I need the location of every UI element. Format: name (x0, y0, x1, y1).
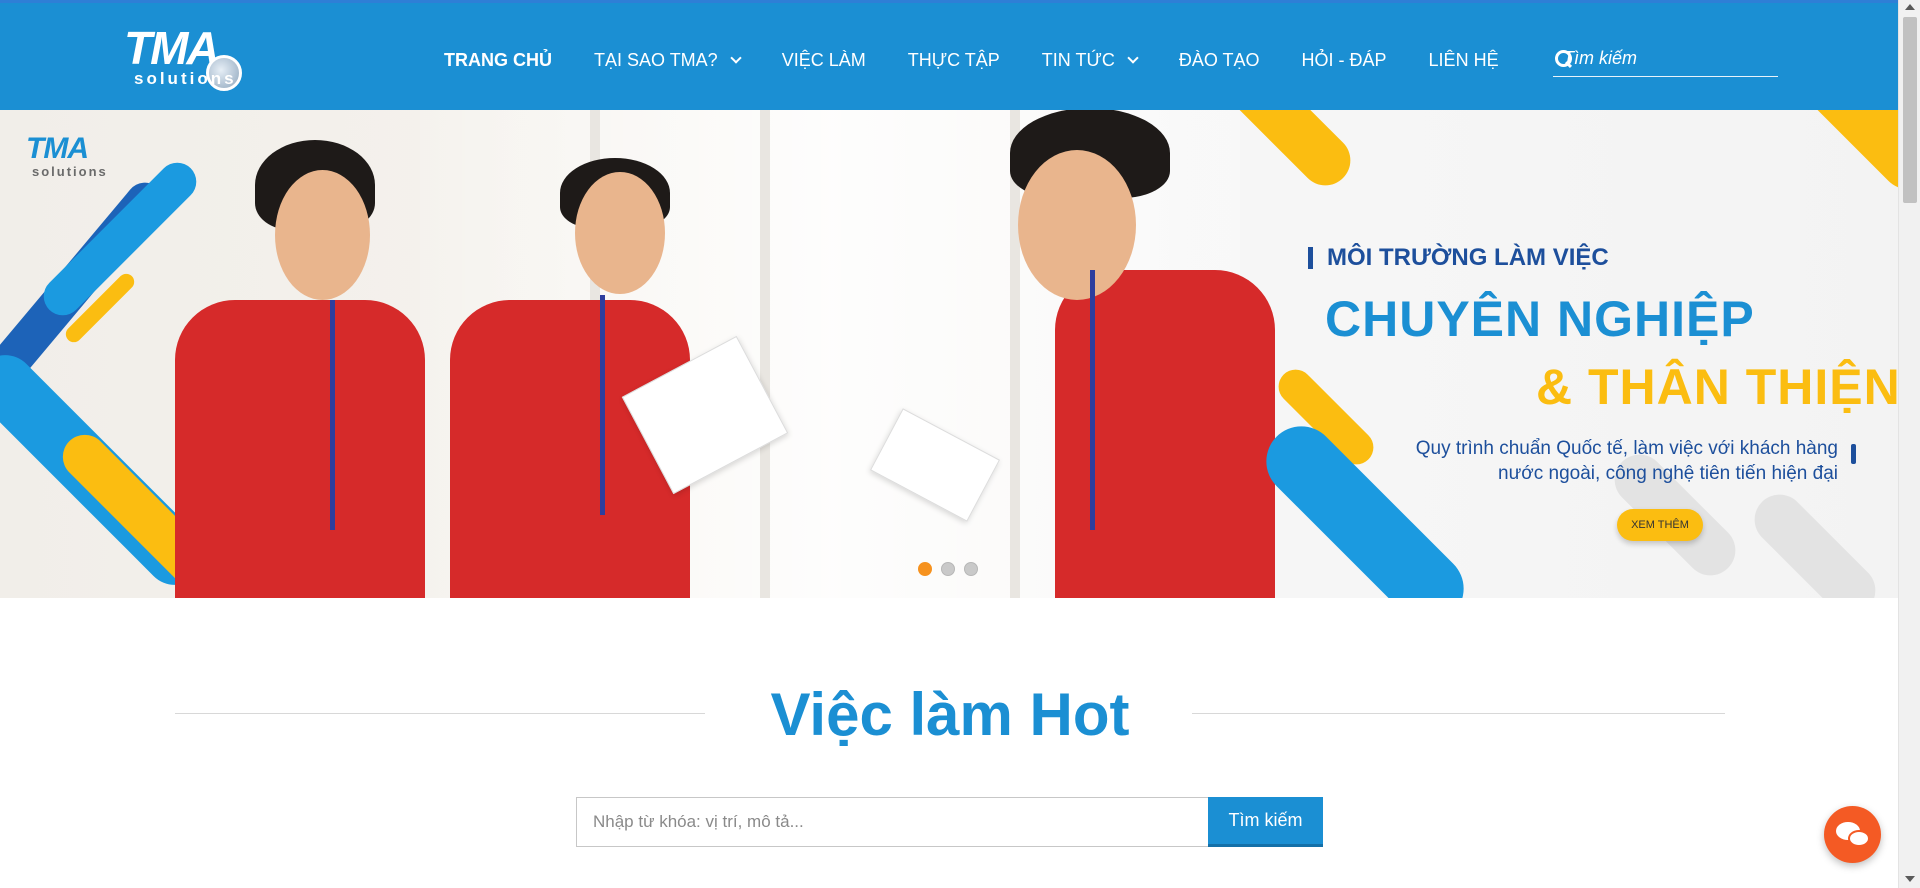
header-search-input[interactable] (1563, 48, 1797, 69)
carousel-dot-1[interactable] (918, 562, 932, 576)
chevron-down-icon (1127, 51, 1139, 64)
nav-label: THỰC TẬP (907, 49, 1000, 70)
lanyard (600, 295, 605, 515)
nav-item-why-tma[interactable]: TẠI SAO TMA? (594, 49, 742, 71)
carousel-dots (918, 562, 987, 576)
page-scrollbar[interactable] (1898, 0, 1920, 888)
nav-item-home[interactable]: TRANG CHỦ (444, 50, 552, 71)
banner-headline-2: & THÂN THIỆN (1536, 359, 1898, 415)
window-frame (760, 110, 770, 598)
job-search-input[interactable] (576, 797, 1208, 847)
face (575, 172, 665, 294)
hot-jobs-title: Việc làm Hot (770, 681, 1130, 748)
lanyard (1090, 270, 1095, 530)
banner-description: Quy trình chuẩn Quốc tế, làm việc với kh… (1415, 438, 1838, 484)
main-nav: TRANG CHỦ TẠI SAO TMA? VIỆC LÀM THỰC TẬP… (444, 41, 1541, 79)
nav-label: LIÊN HỆ (1428, 49, 1499, 70)
accent-bar (1851, 444, 1856, 464)
hero-banner: TMA solutions MÔI TRƯỜNG LÀM VIỆC CHUYÊN… (0, 110, 1898, 598)
nav-item-training[interactable]: ĐÀO TẠO (1179, 50, 1260, 71)
banner-logo-main: TMA (26, 132, 89, 165)
nav-item-news[interactable]: TIN TỨC (1041, 49, 1139, 71)
chat-bubble (1848, 830, 1870, 847)
chevron-down-icon (730, 51, 742, 64)
site-logo[interactable]: TMA solutions (120, 21, 270, 96)
title-divider-left (175, 713, 705, 714)
nav-item-faq[interactable]: HỎI - ĐÁP (1302, 50, 1387, 71)
banner-headline-1: CHUYÊN NGHIỆP (1325, 291, 1755, 347)
nav-item-contact[interactable]: LIÊN HỆ (1429, 50, 1499, 71)
logo-main-text: TMA (124, 22, 220, 74)
banner-subtitle-text: MÔI TRƯỜNG LÀM VIỆC (1327, 244, 1609, 271)
see-more-button[interactable]: XEM THÊM (1617, 509, 1703, 541)
red-shirt (175, 300, 425, 598)
nav-item-jobs[interactable]: VIỆC LÀM (782, 50, 866, 71)
nav-label: TRANG CHỦ (444, 49, 552, 70)
banner-logo: TMA solutions (26, 132, 136, 188)
accent-bar (1308, 247, 1313, 269)
banner-logo-sub: solutions (32, 164, 108, 179)
scroll-thumb[interactable] (1903, 17, 1917, 203)
face (275, 170, 370, 300)
decor-stripe (1768, 110, 1898, 202)
banner-subtitle: MÔI TRƯỜNG LÀM VIỆC (1308, 244, 1609, 272)
nav-item-internship[interactable]: THỰC TẬP (908, 50, 1000, 71)
nav-label: HỎI - ĐÁP (1301, 49, 1387, 70)
chat-icon[interactable] (1824, 806, 1881, 863)
decor-stripe (1219, 110, 1361, 196)
nav-label: VIỆC LÀM (781, 49, 866, 70)
logo-sub-text: solutions (134, 69, 237, 88)
scroll-up-arrow-icon[interactable] (1905, 4, 1915, 10)
page: TMA solutions TRANG CHỦ TẠI SAO TMA? VIỆ… (0, 0, 1920, 888)
title-divider-right (1192, 713, 1725, 714)
scroll-down-arrow-icon[interactable] (1905, 876, 1915, 882)
nav-label: TIN TỨC (1041, 49, 1115, 70)
carousel-dot-3[interactable] (964, 562, 978, 576)
carousel-dot-2[interactable] (941, 562, 955, 576)
header-search (1553, 41, 1797, 77)
face (1018, 150, 1136, 300)
red-shirt (1055, 270, 1275, 598)
nav-label: TẠI SAO TMA? (594, 49, 718, 70)
job-search-form: Tìm kiếm (576, 797, 1323, 847)
site-header: TMA solutions TRANG CHỦ TẠI SAO TMA? VIỆ… (0, 3, 1898, 110)
lanyard (330, 300, 335, 530)
decor-stripe (1744, 484, 1886, 598)
job-search-button[interactable]: Tìm kiếm (1208, 797, 1323, 847)
nav-label: ĐÀO TẠO (1178, 49, 1260, 70)
